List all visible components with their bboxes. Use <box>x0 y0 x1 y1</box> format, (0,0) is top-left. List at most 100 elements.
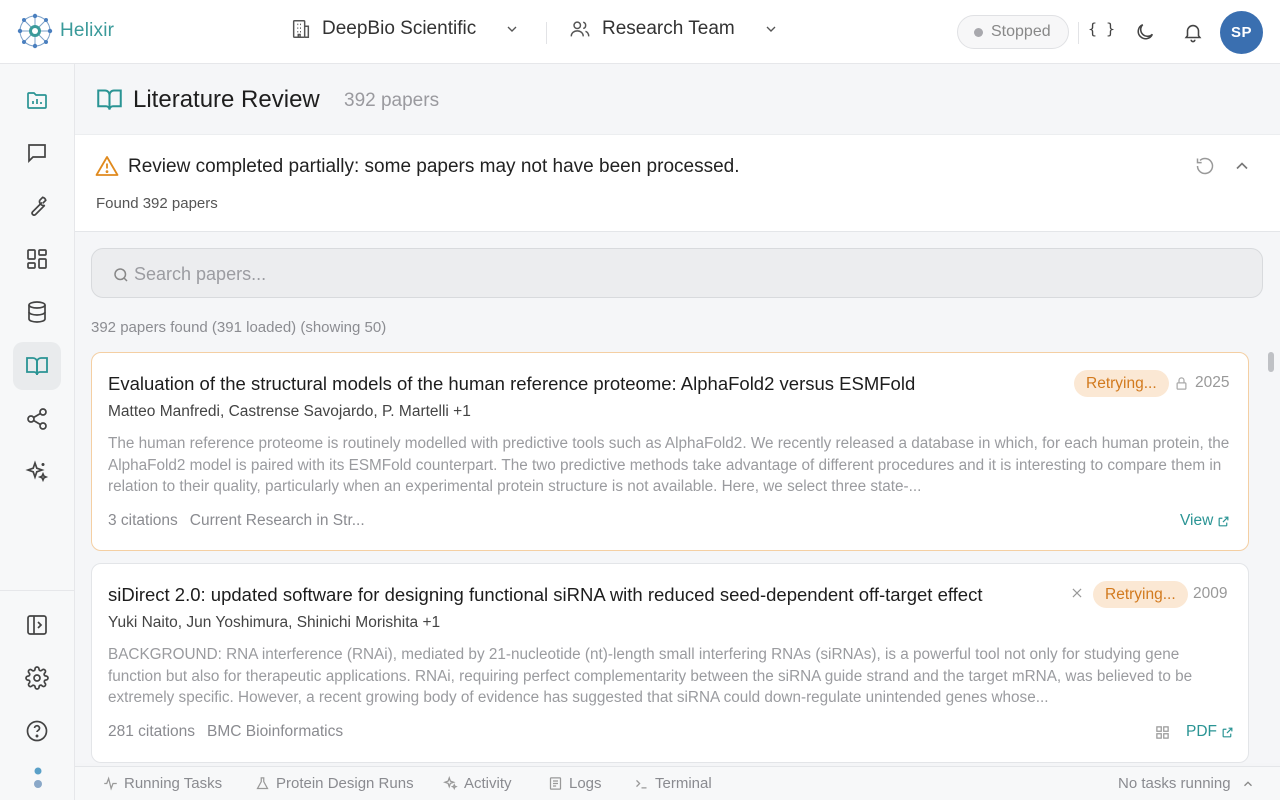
search-icon <box>112 266 130 284</box>
status-dot-icon <box>974 27 983 37</box>
sidebar-item-dashboard[interactable] <box>13 76 61 124</box>
terminal-icon <box>634 776 649 791</box>
paper-citations: 3 citations <box>108 512 178 529</box>
sidebar-item-ai[interactable] <box>13 448 61 496</box>
external-link-icon <box>1221 726 1234 739</box>
tasks-status-text: No tasks running <box>1118 775 1231 792</box>
grid-icon <box>25 247 49 271</box>
scrollbar-thumb[interactable] <box>1268 352 1274 372</box>
sidebar-item-share[interactable] <box>13 395 61 443</box>
warning-banner: Review completed partially: some papers … <box>75 134 1280 232</box>
paper-abstract: BACKGROUND: RNA interference (RNAi), med… <box>108 646 1193 706</box>
chevron-up-icon[interactable] <box>1232 156 1252 176</box>
status-badge: Retrying... <box>1074 370 1169 397</box>
paper-journal: BMC Bioinformatics <box>207 723 344 740</box>
chevron-down-icon <box>504 21 520 37</box>
paper-card[interactable]: Evaluation of the structural models of t… <box>91 352 1249 551</box>
sparkles-icon <box>443 776 458 791</box>
helixir-logo-icon <box>16 12 54 50</box>
sparkles-icon <box>25 460 49 484</box>
paper-meta: 3 citations Current Research in Str... <box>108 512 365 530</box>
sidebar-item-chat[interactable] <box>13 129 61 177</box>
tab-protein-design-runs[interactable]: Protein Design Runs <box>255 775 414 792</box>
tab-label: Logs <box>569 775 602 792</box>
status-badge[interactable]: Stopped <box>957 15 1069 49</box>
database-icon <box>25 300 49 324</box>
users-icon <box>568 18 592 40</box>
organization-name: DeepBio Scientific <box>322 18 477 39</box>
connection-indicator-icon <box>32 765 44 791</box>
bottom-bar: Running Tasks Protein Design Runs Activi… <box>75 766 1280 800</box>
tab-label: Activity <box>464 775 512 792</box>
tab-terminal[interactable]: Terminal <box>634 775 712 792</box>
building-icon <box>290 18 312 40</box>
wrench-icon <box>25 194 49 218</box>
paper-card[interactable]: siDirect 2.0: updated software for desig… <box>91 563 1249 763</box>
close-icon[interactable] <box>1070 586 1084 600</box>
chat-icon <box>25 141 49 165</box>
organization-select[interactable]: DeepBio Scientific <box>290 18 520 40</box>
tab-activity[interactable]: Activity <box>443 775 512 792</box>
help-button[interactable] <box>13 707 61 755</box>
papers-panel: 392 papers found (391 loaded) (showing 5… <box>75 232 1280 763</box>
sidebar-item-database[interactable] <box>13 288 61 336</box>
page-header: Literature Review 392 papers <box>75 64 1280 134</box>
tab-running-tasks[interactable]: Running Tasks <box>103 775 222 792</box>
gear-icon <box>25 666 49 690</box>
main-panel: Literature Review 392 papers Review comp… <box>75 64 1280 800</box>
moon-icon[interactable] <box>1134 21 1156 43</box>
paper-year: 2009 <box>1193 585 1228 602</box>
lock-icon <box>1174 376 1189 391</box>
chevron-down-icon <box>763 21 779 37</box>
divider <box>0 590 75 591</box>
share-icon <box>25 407 49 431</box>
refresh-icon[interactable] <box>1195 156 1215 176</box>
external-link-icon <box>1217 515 1230 528</box>
divider <box>1078 22 1079 44</box>
json-braces-icon[interactable]: { } <box>1088 20 1115 38</box>
page-count: 392 papers <box>344 90 440 111</box>
paper-authors: Yuki Naito, Jun Yoshimura, Shinichi Mori… <box>108 614 441 631</box>
sidebar <box>0 64 75 800</box>
search-input[interactable] <box>134 261 1234 287</box>
team-name: Research Team <box>602 18 735 39</box>
scroll-icon <box>548 776 563 791</box>
tab-logs[interactable]: Logs <box>548 775 602 792</box>
paper-authors: Matteo Manfredi, Castrense Savojardo, P.… <box>108 403 471 420</box>
sidebar-item-apps[interactable] <box>13 235 61 283</box>
paper-abstract: The human reference proteome is routinel… <box>108 435 1230 495</box>
paper-journal: Current Research in Str... <box>189 512 365 529</box>
paper-title[interactable]: Evaluation of the structural models of t… <box>108 373 915 395</box>
search-bar[interactable] <box>91 248 1263 298</box>
view-link[interactable]: View <box>1180 512 1230 530</box>
view-link-label: View <box>1180 512 1214 529</box>
divider <box>546 22 547 44</box>
pdf-link-label: PDF <box>1186 723 1217 740</box>
toggle-panel-button[interactable] <box>13 601 61 649</box>
settings-button[interactable] <box>13 654 61 702</box>
grid-view-icon[interactable] <box>1155 725 1170 740</box>
warning-icon <box>95 155 119 177</box>
tab-label: Terminal <box>655 775 712 792</box>
brand-name: Helixir <box>60 20 115 41</box>
avatar[interactable]: SP <box>1220 11 1263 54</box>
bell-icon[interactable] <box>1182 21 1204 43</box>
status-badge: Retrying... <box>1093 581 1188 608</box>
banner-title: Review completed partially: some papers … <box>128 156 740 177</box>
sidebar-item-literature[interactable] <box>13 342 61 390</box>
team-select[interactable]: Research Team <box>568 18 779 40</box>
sidebar-item-tools[interactable] <box>13 182 61 230</box>
paper-title[interactable]: siDirect 2.0: updated software for desig… <box>108 584 982 606</box>
brand[interactable]: Helixir <box>16 12 114 50</box>
banner-subtitle: Found 392 papers <box>96 195 218 212</box>
pdf-link[interactable]: PDF <box>1186 723 1234 741</box>
help-icon <box>25 719 49 743</box>
tab-label: Protein Design Runs <box>276 775 414 792</box>
chevron-up-icon <box>1241 777 1255 791</box>
paper-citations: 281 citations <box>108 723 196 740</box>
paper-year-group: 2025 <box>1174 374 1229 392</box>
folder-chart-icon <box>25 88 49 112</box>
page-title: Literature Review <box>133 86 320 113</box>
paper-year: 2025 <box>1195 374 1230 391</box>
tasks-status[interactable]: No tasks running <box>1118 775 1255 792</box>
